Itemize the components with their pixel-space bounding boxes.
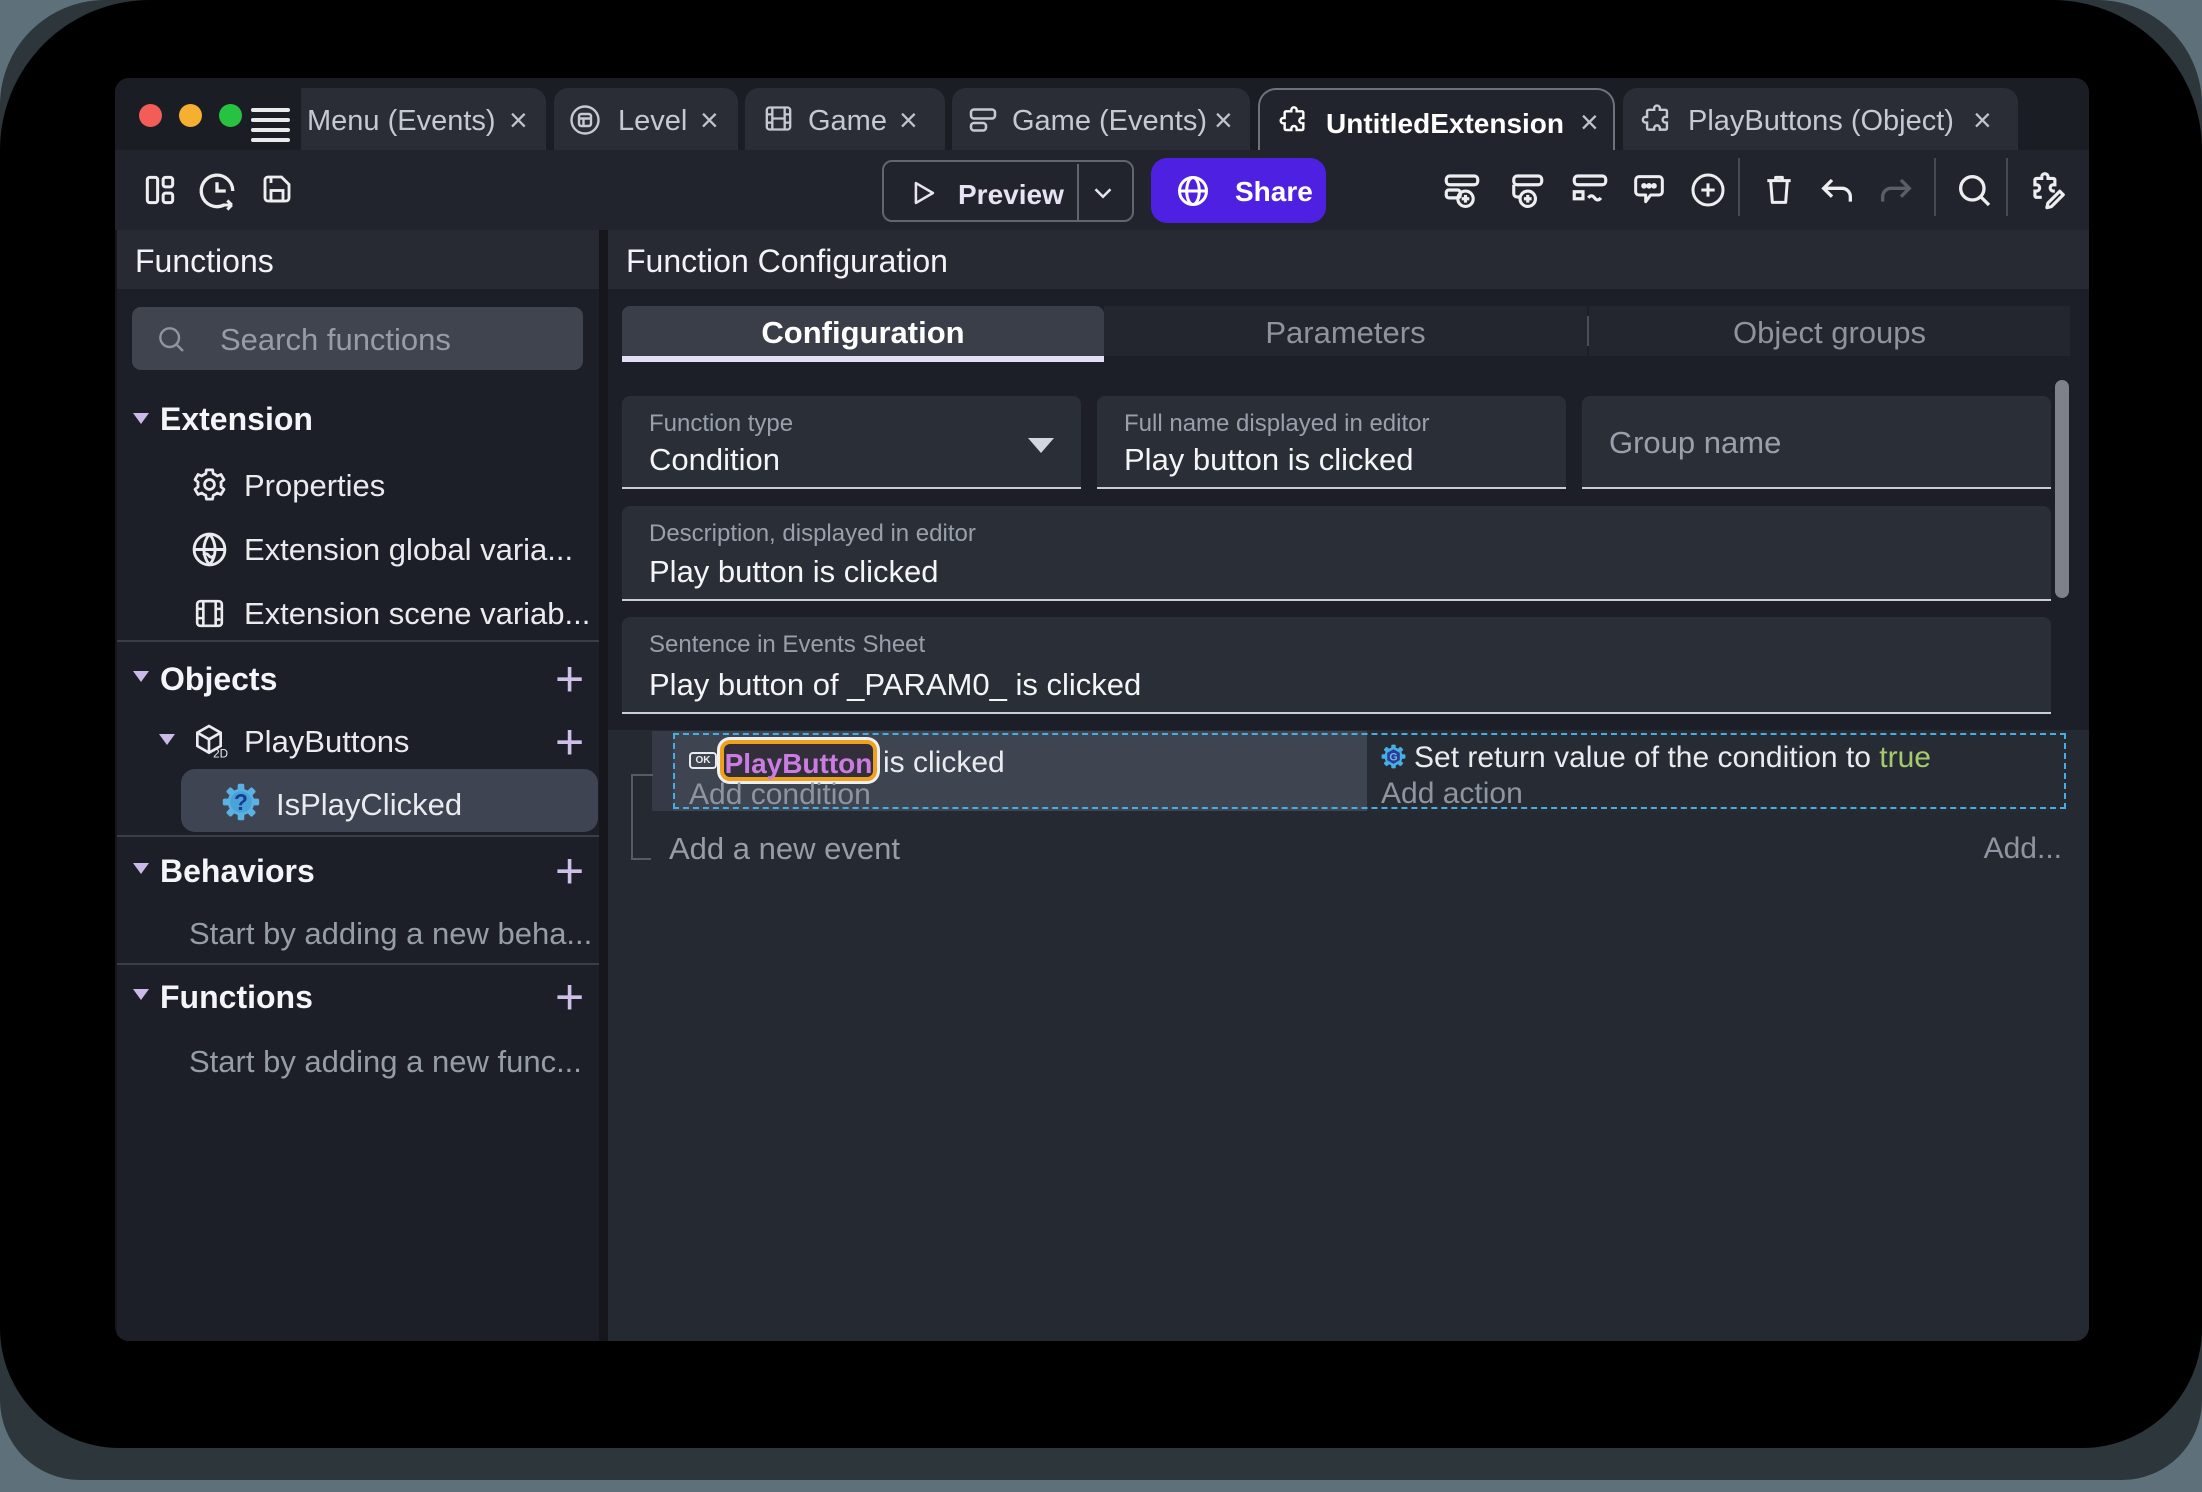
svg-text:G: G xyxy=(1389,751,1397,763)
svg-text:2D: 2D xyxy=(213,748,228,761)
svg-text:?: ? xyxy=(234,789,248,815)
